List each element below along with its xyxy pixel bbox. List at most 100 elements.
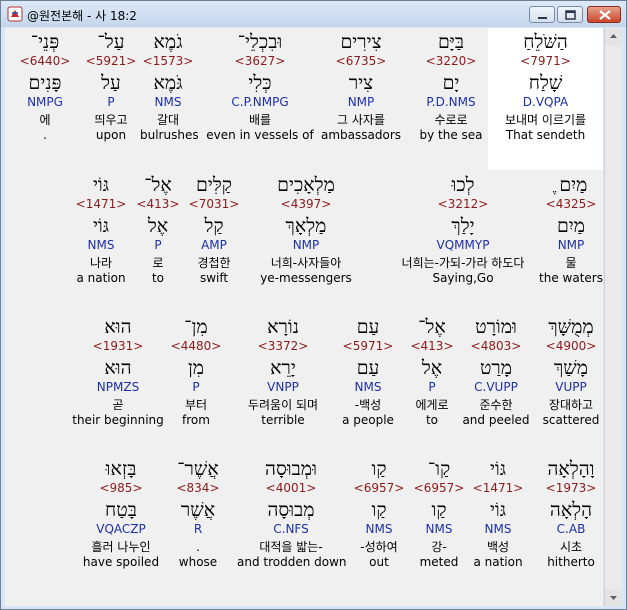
vertical-scrollbar[interactable] <box>604 28 622 606</box>
english-gloss: the waters <box>539 271 603 285</box>
strong-number[interactable]: <3220> <box>411 54 491 69</box>
morphology-code: C.AB <box>556 522 586 536</box>
strong-number[interactable]: <1471> <box>61 197 141 212</box>
word-cell[interactable]: הַשֹּׁלֵחַ <7971> שָׁלַח D.VQPA 보내며 이르기를 That… <box>488 28 603 170</box>
strong-number[interactable]: <4397> <box>255 197 357 212</box>
strong-number[interactable]: <4900> <box>534 339 603 354</box>
english-gloss: to <box>425 413 439 427</box>
korean-gloss: 대적을 밟는- <box>259 540 323 554</box>
word-cell[interactable]: לְכוּ <3212> יָלַךְ VQMMYP 너희는-가되-가라 하도다 Sayi… <box>373 173 553 286</box>
interlinear-view[interactable]: פְּנֵי־ <6440> פָּנִים NMPG 에. עַל־ <5921> עַל P… <box>5 28 603 606</box>
strong-number[interactable]: <7971> <box>488 54 603 69</box>
english-gloss: meted <box>419 555 459 569</box>
scroll-up-button[interactable] <box>605 28 622 45</box>
word-cell[interactable]: נוֹרָא <3372> יָרֵא VNPP 두려움이 되며 terrible <box>231 315 335 428</box>
strong-number[interactable]: <4803> <box>461 339 531 354</box>
word-cell[interactable]: מַיִם ֶ <4325> מַיִם NMP 물 the waters <box>534 173 603 286</box>
strong-number[interactable]: <4480> <box>166 339 226 354</box>
strong-number[interactable]: <1471> <box>468 481 528 496</box>
strong-number[interactable]: <1931> <box>69 339 167 354</box>
lemma-word: מַלְאָךְ <box>285 215 327 237</box>
title-bar[interactable]: @원전본해 - 사 18:2 <box>1 1 626 27</box>
english-gloss: ambassadors <box>320 128 401 142</box>
lemma-word: מְבוּסָה <box>267 499 315 521</box>
word-cell[interactable]: וּבִכְלֵי־ <3627> כְּלִי C.P.NMPG 배를 even in … <box>205 30 315 143</box>
strong-number[interactable]: <4001> <box>237 481 345 496</box>
strong-number[interactable]: <7031> <box>185 197 243 212</box>
strong-number[interactable]: <5921> <box>81 54 141 69</box>
english-gloss: a nation <box>473 555 523 569</box>
strong-number[interactable]: <5971> <box>339 339 397 354</box>
lemma-word: פָּנִים <box>28 72 62 94</box>
korean-gloss: 갈대 <box>156 113 180 127</box>
word-cell[interactable]: מַלְאָכִים <4397> מַלְאָךְ NMP 너희-사자들아 ye-mes… <box>255 173 357 286</box>
word-cell[interactable]: אֶל־ <413> אֶל P 에게로 to <box>405 315 459 428</box>
word-cell[interactable]: קַו־ <6957> קַו NMS 강-meted <box>412 457 466 570</box>
korean-gloss: 준수한 <box>479 398 513 412</box>
word-cell[interactable]: עַם <5971> עַם NMS -백성 a people <box>339 315 397 428</box>
word-cell[interactable]: גֹמֶא <1573> גֹּמֶא NMS 갈대 bulrushes <box>140 30 199 143</box>
english-gloss: That sendeth <box>505 128 586 142</box>
lemma-word: אֶל <box>147 215 169 237</box>
word-cell[interactable]: מִן־ <4480> מִן P 부터 from <box>166 315 226 428</box>
hebrew-word: וּמְבוּסָה <box>265 458 317 480</box>
morphology-code: R <box>193 522 203 536</box>
word-cell[interactable]: בַּיָּם <3220> יָם P.D.NMS 수로로 by the sea <box>411 30 491 143</box>
strong-number[interactable]: <6735> <box>313 54 409 69</box>
strong-number[interactable]: <834> <box>171 481 225 496</box>
strong-number[interactable]: <413> <box>405 339 459 354</box>
lemma-word: קַו <box>371 499 387 521</box>
korean-gloss: 백성 <box>486 540 510 554</box>
word-cell[interactable]: גּוֹי <1471> גּוֹי NMS 나라 a nation <box>61 173 141 286</box>
word-cell[interactable]: אֲשֶׁר־ <834> אֲשֶׁר R. whose <box>171 457 225 570</box>
scroll-down-button[interactable] <box>605 589 622 606</box>
word-cell[interactable]: וּמוֹרָט <4803> מָרַט C.VUPP 준수한 and peeled <box>461 315 531 428</box>
strong-number[interactable]: <3212> <box>373 197 553 212</box>
lemma-word: עַל <box>101 72 121 94</box>
strong-number[interactable]: <6957> <box>412 481 466 496</box>
morphology-code: NMS <box>354 380 382 394</box>
hebrew-word: וּבִכְלֵי־ <box>237 31 283 53</box>
word-cell[interactable]: קַו <6957> קַו NMS -성하여 out <box>352 457 406 570</box>
morphology-code: P <box>107 95 115 109</box>
strong-number[interactable]: <985> <box>76 481 166 496</box>
word-cell[interactable]: צִירִים <6735> צִיר NMP 그 사자를 ambassadors <box>313 30 409 143</box>
strong-number[interactable]: <1573> <box>140 54 196 69</box>
morphology-code: D.VQPA <box>522 95 569 109</box>
hebrew-word: גֹמֶא <box>153 31 183 53</box>
strong-number[interactable]: <4325> <box>534 197 603 212</box>
word-cell[interactable]: מְמֻשָּׁךְ <4900> מָשַׁךְ VUPP 장대하고 scattered <box>534 315 603 428</box>
lemma-word: בָּטַח <box>105 499 137 521</box>
hebrew-word: מַלְאָכִים <box>277 174 335 196</box>
close-button[interactable] <box>587 6 621 23</box>
morphology-code: NMS <box>154 95 182 109</box>
minimize-button[interactable] <box>529 6 555 23</box>
word-cell[interactable]: פְּנֵי־ <6440> פָּנִים NMPG 에. <box>9 30 81 143</box>
korean-gloss: 그 사자를 <box>337 113 385 127</box>
word-cell[interactable]: וּמְבוּסָה <4001> מְבוּסָה C.NFS 대적을 밟는-and … <box>237 457 347 570</box>
maximize-button[interactable] <box>557 6 583 23</box>
strong-number[interactable]: <6957> <box>352 481 406 496</box>
strong-number[interactable]: <3372> <box>231 339 335 354</box>
strong-number[interactable]: <1973> <box>540 481 602 496</box>
word-cell[interactable]: אֶל־ <413> אֶל P 로 to <box>135 173 181 286</box>
word-cell[interactable]: עַל־ <5921> עַל P 띄우고 upon <box>81 30 141 143</box>
word-cell[interactable]: הוּא <1931> הוּא NPMZS 곧 their beginning <box>69 315 167 428</box>
word-cell[interactable]: בָּזְאוּ <985> בָּטַח VQACZP 흘러 나누인 have spoi… <box>76 457 166 570</box>
korean-gloss: 경첩한 <box>197 256 231 270</box>
english-gloss: swift <box>199 271 229 285</box>
hebrew-word: פְּנֵי־ <box>30 31 60 53</box>
english-gloss: have spoiled <box>82 555 160 569</box>
strong-number[interactable]: <413> <box>135 197 181 212</box>
strong-number[interactable]: <6440> <box>9 54 81 69</box>
strong-number[interactable]: <3627> <box>205 54 315 69</box>
morphology-code: VNPP <box>267 380 299 394</box>
lemma-word: צִיר <box>348 72 374 94</box>
korean-gloss: 곧 <box>112 398 124 412</box>
hebrew-word: עַל־ <box>97 31 125 53</box>
word-cell[interactable]: וָהָלְאָה <1973> הָלְאָה C.AB 시초 hitherto <box>540 457 602 570</box>
arrow-down-icon <box>610 596 617 600</box>
word-cell[interactable]: קַלִּים <7031> קַל AMP 경첩한 swift <box>185 173 243 286</box>
korean-gloss: 부터 <box>184 398 208 412</box>
word-cell[interactable]: גּוֹי <1471> גּוֹי NMS 백성 a nation <box>468 457 528 570</box>
